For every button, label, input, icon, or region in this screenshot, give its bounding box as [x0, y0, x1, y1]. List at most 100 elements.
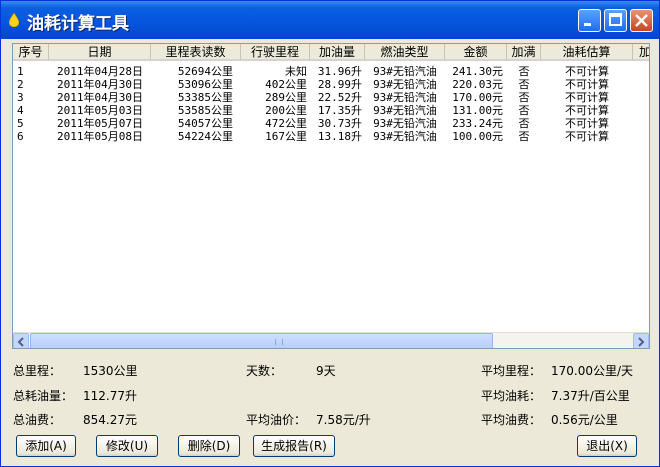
close-button[interactable]	[630, 9, 653, 32]
col-header-full[interactable]: 加满	[507, 44, 541, 61]
avg-fuel-cost-label: 平均油费：	[481, 413, 542, 427]
table-cell: 不可计算	[565, 91, 609, 104]
table-cell: 2011年05月08日	[57, 130, 143, 143]
table-cell: 52694公里	[177, 65, 233, 78]
horizontal-scrollbar[interactable]	[13, 332, 649, 348]
avg-price-label: 平均油价：	[246, 413, 307, 427]
table-cell: 93#无铅汽油	[373, 65, 437, 78]
table-cell: 53385公里	[177, 91, 233, 104]
table-cell: 93#无铅汽油	[373, 78, 437, 91]
table-cell: 53096公里	[177, 78, 233, 91]
total-fuel-label: 总耗油量：	[13, 389, 74, 403]
table-cell: 233.24元	[452, 117, 503, 130]
total-cost-label: 总油费：	[13, 413, 62, 427]
days-value: 9天	[316, 364, 336, 378]
avg-price-value: 7.58元/升	[316, 413, 371, 427]
table-cell: 1	[17, 65, 24, 78]
table-row[interactable]: 6 2011年05月08日 54224公里 167公里 13.18升 93#无铅汽油 100…	[13, 130, 649, 143]
scroll-right-button[interactable]	[633, 333, 649, 348]
title-bar[interactable]: 油耗计算工具	[1, 1, 659, 39]
total-cost-value: 854.27元	[83, 413, 137, 427]
table-cell: 否	[518, 117, 530, 130]
arrow-left-icon	[17, 337, 24, 347]
table-cell: 472公里	[265, 117, 307, 130]
table-cell: 未知	[285, 65, 307, 78]
col-header-fuel-type[interactable]: 燃油类型	[365, 44, 445, 61]
avg-mileage-label: 平均里程：	[481, 364, 542, 378]
generate-report-button[interactable]: 生成报告(R)	[253, 435, 335, 457]
table-row[interactable]: 2 2011年04月30日 53096公里 402公里 28.99升 93#无铅汽油 220…	[13, 78, 649, 91]
close-icon	[635, 14, 648, 27]
table-cell: 2011年04月30日	[57, 91, 143, 104]
table-row[interactable]: 3 2011年04月30日 53385公里 289公里 22.52升 93#无铅汽油 170…	[13, 91, 649, 104]
table-cell: 不可计算	[565, 130, 609, 143]
main-window: 油耗计算工具 序号 日期 里程表读数 行驶里程 加油量 燃油类型 金额 加满 油…	[0, 0, 660, 467]
table-cell: 否	[518, 78, 530, 91]
grip-icon	[275, 339, 283, 345]
add-button[interactable]: 添加(A)	[16, 435, 76, 457]
col-header-cost[interactable]: 金额	[445, 44, 507, 61]
table-row[interactable]: 5 2011年05月07日 54057公里 472公里 30.73升 93#无铅汽油 233…	[13, 117, 649, 130]
table-cell: 28.99升	[317, 78, 362, 91]
minimize-icon	[584, 23, 591, 26]
table-cell: 5	[17, 117, 24, 130]
oil-drop-icon	[9, 13, 19, 27]
delete-button[interactable]: 删除(D)	[178, 435, 240, 457]
table-cell: 2011年04月30日	[57, 78, 143, 91]
table-cell: 否	[518, 130, 530, 143]
table-cell: 2011年05月07日	[57, 117, 143, 130]
table-cell: 30.73升	[317, 117, 362, 130]
col-header-odometer[interactable]: 里程表读数	[151, 44, 241, 61]
table-cell: 54057公里	[177, 117, 233, 130]
days-label: 天数：	[246, 364, 283, 378]
maximize-button[interactable]	[604, 9, 627, 32]
table-cell: 3	[17, 91, 24, 104]
avg-consumption-value: 7.37升/百公里	[551, 389, 630, 403]
records-list[interactable]: 序号 日期 里程表读数 行驶里程 加油量 燃油类型 金额 加满 油耗估算 加 1…	[12, 43, 650, 349]
table-cell: 否	[518, 91, 530, 104]
table-cell: 93#无铅汽油	[373, 91, 437, 104]
col-header-extra[interactable]: 加	[633, 44, 649, 61]
table-cell: 93#无铅汽油	[373, 130, 437, 143]
minimize-button[interactable]	[578, 9, 601, 32]
table-cell: 6	[17, 130, 24, 143]
table-cell: 不可计算	[565, 117, 609, 130]
col-header-distance[interactable]: 行驶里程	[241, 44, 310, 61]
table-cell: 167公里	[265, 130, 307, 143]
table-cell: 4	[17, 104, 24, 117]
table-cell: 402公里	[265, 78, 307, 91]
total-fuel-value: 112.77升	[83, 389, 137, 403]
table-row[interactable]: 1 2011年04月28日 52694公里 未知 31.96升 93#无铅汽油 241.30…	[13, 65, 649, 78]
arrow-right-icon	[638, 337, 645, 347]
total-mileage-label: 总里程：	[13, 364, 62, 378]
col-header-consumption[interactable]: 油耗估算	[541, 44, 633, 61]
table-cell: 否	[518, 65, 530, 78]
table-cell: 93#无铅汽油	[373, 117, 437, 130]
table-cell: 不可计算	[565, 78, 609, 91]
table-cell: 289公里	[265, 91, 307, 104]
maximize-icon	[609, 13, 622, 26]
table-cell: 2011年05月03日	[57, 104, 143, 117]
edit-button[interactable]: 修改(U)	[96, 435, 158, 457]
table-cell: 93#无铅汽油	[373, 104, 437, 117]
table-cell: 否	[518, 104, 530, 117]
exit-button[interactable]: 退出(X)	[577, 435, 637, 457]
avg-fuel-cost-value: 0.56元/公里	[551, 413, 618, 427]
scroll-thumb[interactable]	[30, 333, 493, 348]
list-header: 序号 日期 里程表读数 行驶里程 加油量 燃油类型 金额 加满 油耗估算 加	[13, 44, 649, 62]
col-header-date[interactable]: 日期	[49, 44, 151, 61]
table-cell: 100.00元	[452, 130, 503, 143]
col-header-index[interactable]: 序号	[13, 44, 49, 61]
avg-consumption-label: 平均油耗：	[481, 389, 542, 403]
table-cell: 17.35升	[317, 104, 362, 117]
table-cell: 2011年04月28日	[57, 65, 143, 78]
table-cell: 53585公里	[177, 104, 233, 117]
table-cell: 54224公里	[177, 130, 233, 143]
table-cell: 不可计算	[565, 104, 609, 117]
table-cell: 131.00元	[452, 104, 503, 117]
col-header-fuel-amount[interactable]: 加油量	[310, 44, 365, 61]
table-row[interactable]: 4 2011年05月03日 53585公里 200公里 17.35升 93#无铅汽油 131…	[13, 104, 649, 117]
scroll-left-button[interactable]	[13, 333, 29, 348]
window-title: 油耗计算工具	[27, 14, 129, 34]
avg-mileage-value: 170.00公里/天	[551, 364, 634, 378]
